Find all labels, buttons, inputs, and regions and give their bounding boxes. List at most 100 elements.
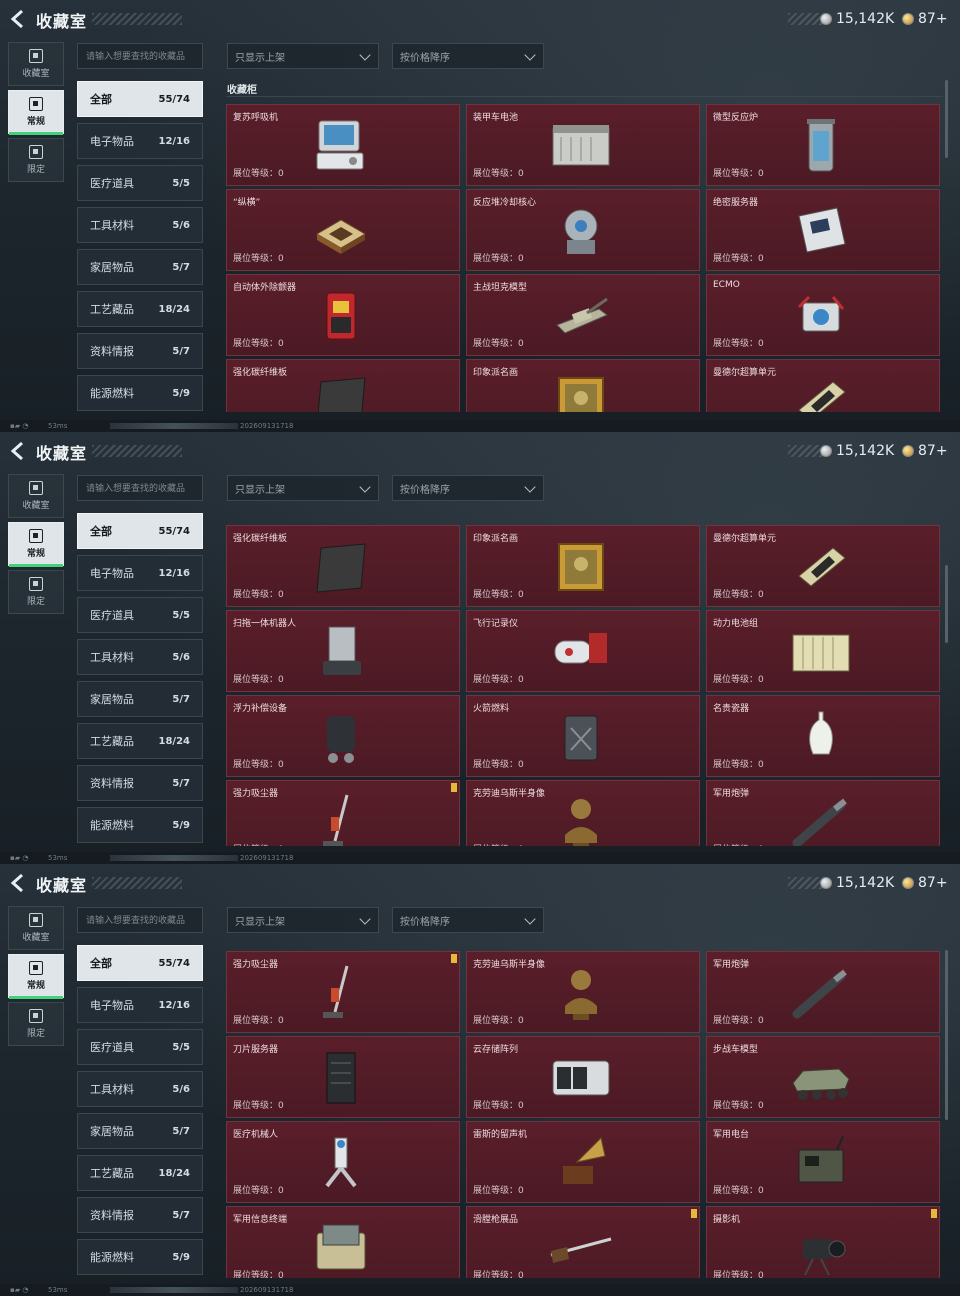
chevron-down-icon bbox=[359, 49, 371, 61]
category-button[interactable]: 家居物品 5/7 bbox=[77, 1113, 203, 1149]
sort-dropdown[interactable]: 按价格降序 bbox=[392, 907, 544, 933]
back-arrow-icon[interactable] bbox=[8, 440, 30, 462]
category-button[interactable]: 资料情报 5/7 bbox=[77, 333, 203, 369]
item-card[interactable]: 强化碳纤维板展位等级：0 bbox=[226, 525, 460, 607]
item-card[interactable]: 火箭燃料 展位等级：0 bbox=[466, 695, 700, 777]
category-button[interactable]: 能源燃料 5/9 bbox=[77, 807, 203, 843]
item-card[interactable]: 军用电台 展位等级：0 bbox=[706, 1121, 940, 1203]
category-button[interactable]: 电子物品 12/16 bbox=[77, 987, 203, 1023]
item-card[interactable]: 自动体外除颤器 展位等级：0 bbox=[226, 274, 460, 356]
item-card[interactable]: 印象派名画展位等级：0 bbox=[466, 525, 700, 607]
item-card[interactable]: 飞行记录仪 展位等级：0 bbox=[466, 610, 700, 692]
item-card[interactable]: 复苏呼吸机 展位等级：0 bbox=[226, 104, 460, 186]
item-card[interactable]: 云存储阵列 展位等级：0 bbox=[466, 1036, 700, 1118]
side-nav-regular[interactable]: 常规 bbox=[8, 522, 64, 567]
scrollbar[interactable] bbox=[945, 80, 948, 158]
category-button[interactable]: 全部 55/74 bbox=[77, 81, 203, 117]
item-card[interactable]: 扫拖一体机器人 展位等级：0 bbox=[226, 610, 460, 692]
category-button[interactable]: 能源燃料 5/9 bbox=[77, 1239, 203, 1275]
item-card[interactable]: 强力吸尘器展位等级：0 bbox=[226, 951, 460, 1033]
sort-dropdown[interactable]: 按价格降序 bbox=[392, 43, 544, 69]
side-nav-collection-room[interactable]: 收藏室 bbox=[8, 42, 64, 86]
category-button[interactable]: 全部 55/74 bbox=[77, 945, 203, 981]
side-nav-limited[interactable]: 限定 bbox=[8, 138, 64, 182]
side-nav-regular[interactable]: 常规 bbox=[8, 90, 64, 135]
defibrillator-icon bbox=[309, 285, 373, 347]
display-level: 展位等级：0 bbox=[233, 1271, 284, 1278]
category-label: 医疗道具 bbox=[90, 609, 134, 622]
side-nav-limited[interactable]: 限定 bbox=[8, 570, 64, 614]
category-button[interactable]: 工具材料 5/6 bbox=[77, 1071, 203, 1107]
display-level: 展位等级：0 bbox=[713, 1271, 764, 1278]
storage-array-icon bbox=[549, 1047, 613, 1109]
side-nav-limited[interactable]: 限定 bbox=[8, 1002, 64, 1046]
category-button[interactable]: 医疗道具 5/5 bbox=[77, 165, 203, 201]
category-count: 5/5 bbox=[172, 1041, 190, 1053]
category-button[interactable]: 工具材料 5/6 bbox=[77, 207, 203, 243]
category-button[interactable]: 资料情报 5/7 bbox=[77, 765, 203, 801]
search-input[interactable] bbox=[77, 907, 203, 933]
filter-dropdown[interactable]: 只显示上架 bbox=[227, 475, 379, 501]
section-divider bbox=[227, 96, 943, 97]
item-card[interactable]: 强化碳纤维板展位等级：0 bbox=[226, 359, 460, 412]
item-card[interactable]: 微型反应炉 展位等级：0 bbox=[706, 104, 940, 186]
item-card[interactable]: 绝密服务器 展位等级：0 bbox=[706, 189, 940, 271]
category-button[interactable]: 电子物品 12/16 bbox=[77, 123, 203, 159]
sort-dropdown[interactable]: 按价格降序 bbox=[392, 475, 544, 501]
scrollbar[interactable] bbox=[945, 950, 948, 1120]
item-card[interactable]: ECMO 展位等级：0 bbox=[706, 274, 940, 356]
category-button[interactable]: 全部 55/74 bbox=[77, 513, 203, 549]
item-card[interactable]: 滑膛枪展品 展位等级：0 bbox=[466, 1206, 700, 1278]
bust-icon bbox=[549, 791, 613, 846]
category-button[interactable]: 电子物品 12/16 bbox=[77, 555, 203, 591]
item-card[interactable]: 反应堆冷却核心 展位等级：0 bbox=[466, 189, 700, 271]
item-card[interactable]: 印象派名画展位等级：0 bbox=[466, 359, 700, 412]
category-button[interactable]: 工具材料 5/6 bbox=[77, 639, 203, 675]
back-arrow-icon[interactable] bbox=[8, 872, 30, 894]
category-button[interactable]: 工艺藏品 18/24 bbox=[77, 1155, 203, 1191]
item-card[interactable]: 浮力补偿设备 展位等级：0 bbox=[226, 695, 460, 777]
item-card[interactable]: 曼德尔超算单元展位等级：0 bbox=[706, 359, 940, 412]
side-nav: 收藏室 常规 限定 bbox=[8, 906, 64, 1050]
category-button[interactable]: 工艺藏品 18/24 bbox=[77, 291, 203, 327]
side-nav-regular[interactable]: 常规 bbox=[8, 954, 64, 999]
search-input[interactable] bbox=[77, 475, 203, 501]
item-card[interactable]: 刀片服务器 展位等级：0 bbox=[226, 1036, 460, 1118]
category-button[interactable]: 家居物品 5/7 bbox=[77, 249, 203, 285]
item-card[interactable]: 雷斯的留声机 展位等级：0 bbox=[466, 1121, 700, 1203]
item-name: 医疗机械人 bbox=[233, 1130, 279, 1140]
item-card[interactable]: 摄影机 展位等级：0 bbox=[706, 1206, 940, 1278]
category-button[interactable]: 医疗道具 5/5 bbox=[77, 597, 203, 633]
back-arrow-icon[interactable] bbox=[8, 8, 30, 30]
limited-icon bbox=[29, 145, 43, 159]
item-card[interactable]: 名贵瓷器 展位等级：0 bbox=[706, 695, 940, 777]
item-card[interactable]: 装甲车电池 展位等级：0 bbox=[466, 104, 700, 186]
item-card[interactable]: “纵横” 展位等级：0 bbox=[226, 189, 460, 271]
category-button[interactable]: 家居物品 5/7 bbox=[77, 681, 203, 717]
item-card[interactable]: 曼德尔超算单元展位等级：0 bbox=[706, 525, 940, 607]
side-nav-collection-room[interactable]: 收藏室 bbox=[8, 474, 64, 518]
item-card[interactable]: 强力吸尘器展位等级：0 bbox=[226, 780, 460, 846]
item-card[interactable]: 医疗机械人 展位等级：0 bbox=[226, 1121, 460, 1203]
item-card[interactable]: 步战车模型 展位等级：0 bbox=[706, 1036, 940, 1118]
item-card[interactable]: 克劳迪乌斯半身像展位等级：0 bbox=[466, 951, 700, 1033]
category-button[interactable]: 资料情报 5/7 bbox=[77, 1197, 203, 1233]
filter-dropdown[interactable]: 只显示上架 bbox=[227, 907, 379, 933]
item-card[interactable]: 动力电池组 展位等级：0 bbox=[706, 610, 940, 692]
sort-value: 按价格降序 bbox=[400, 52, 450, 64]
category-button[interactable]: 能源燃料 5/9 bbox=[77, 375, 203, 411]
item-name: 自动体外除颤器 bbox=[233, 283, 297, 293]
item-card[interactable]: 军用信息终端 展位等级：0 bbox=[226, 1206, 460, 1278]
item-card[interactable]: 克劳迪乌斯半身像展位等级：0 bbox=[466, 780, 700, 846]
side-nav-collection-room[interactable]: 收藏室 bbox=[8, 906, 64, 950]
filter-dropdown[interactable]: 只显示上架 bbox=[227, 43, 379, 69]
category-button[interactable]: 工艺藏品 18/24 bbox=[77, 723, 203, 759]
item-card[interactable]: 主战坦克模型 展位等级：0 bbox=[466, 274, 700, 356]
search-input[interactable] bbox=[77, 43, 203, 69]
item-card[interactable]: 军用炮弹展位等级：0 bbox=[706, 780, 940, 846]
category-button[interactable]: 医疗道具 5/5 bbox=[77, 1029, 203, 1065]
item-card[interactable]: 军用炮弹展位等级：0 bbox=[706, 951, 940, 1033]
display-level: 展位等级：0 bbox=[713, 1186, 764, 1196]
signal-icon: ▪▰ ◔ bbox=[10, 422, 29, 430]
scrollbar[interactable] bbox=[945, 565, 948, 643]
